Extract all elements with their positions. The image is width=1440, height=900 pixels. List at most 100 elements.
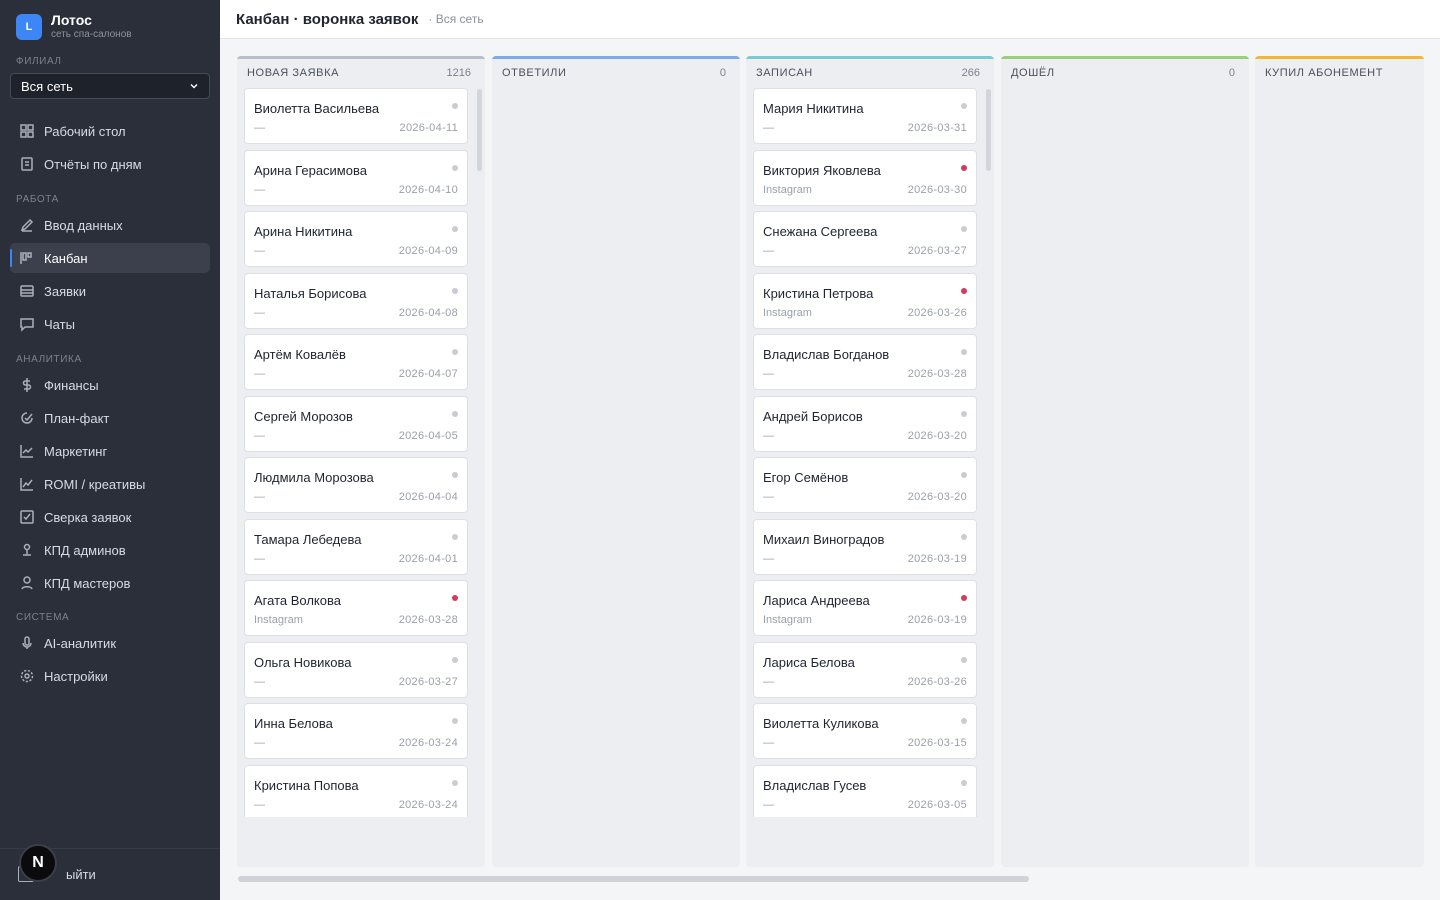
lead-source: Instagram [763, 183, 812, 196]
branch-select[interactable]: Вся сеть [10, 73, 210, 99]
brand[interactable]: L Лотос сеть спа-салонов [16, 12, 132, 41]
gear-icon [18, 667, 36, 685]
status-dot-icon [452, 349, 458, 355]
sidebar-item-label: План-факт [44, 410, 110, 426]
kanban-column: НОВАЯ ЗАЯВКА 1216 Виолетта Васильева — 2026-… [237, 56, 485, 867]
brand-logo: L [16, 13, 42, 40]
sidebar-item-analytics-5[interactable]: Сверка заявок [10, 502, 210, 532]
lead-date: 2026-04-10 [398, 183, 458, 196]
lead-card[interactable]: Лариса Андреева Instagram 2026-03-19 [753, 580, 977, 636]
lead-name: Сергей Морозов [254, 408, 353, 424]
column-card-list[interactable] [1008, 88, 1232, 817]
lead-source: — [763, 675, 774, 688]
lead-card[interactable]: Инна Белова — 2026-03-24 [244, 703, 468, 759]
column-count: 0 [1228, 67, 1235, 79]
lead-date: 2026-03-26 [907, 306, 967, 319]
column-header: НОВАЯ ЗАЯВКА 1216 [247, 67, 471, 79]
column-card-list[interactable] [1262, 88, 1424, 817]
sidebar-item-top-2[interactable]: Отчёты по дням [10, 149, 210, 179]
lead-card[interactable]: Михаил Виноградов — 2026-03-19 [753, 518, 977, 575]
lead-date: 2026-03-19 [907, 552, 967, 565]
board-horizontal-scrollbar[interactable] [238, 876, 1029, 882]
lead-date: 2026-03-24 [398, 737, 458, 749]
column-color-bar [746, 56, 994, 59]
column-card-list[interactable] [499, 88, 723, 817]
sidebar-item-work-4[interactable]: Чаты [10, 309, 210, 339]
column-card-list[interactable]: Виолетта Васильева — 2026-04-11 Арина Герас… [244, 88, 468, 817]
lead-card[interactable]: Кристина Петрова Instagram 2026-03-26 [753, 272, 977, 329]
lead-card[interactable]: Наталья Борисова — 2026-04-08 [244, 272, 468, 329]
sidebar-item-analytics-2[interactable]: План-факт [10, 403, 210, 433]
lead-card[interactable]: Виолетта Куликова — 2026-03-15 [753, 703, 977, 759]
lead-card[interactable]: Владислав Гусев — 2026-03-05 [753, 764, 977, 817]
column-scrollbar[interactable] [986, 89, 991, 171]
sidebar-item-work-1[interactable]: Ввод данных [10, 210, 210, 240]
status-dot-icon [961, 779, 967, 786]
status-dot-icon [452, 779, 458, 786]
column-title: ОТВЕТИЛИ [502, 67, 567, 79]
sidebar-item-analytics-3[interactable]: Маркетинг [10, 436, 210, 466]
status-dot-icon [452, 718, 458, 724]
lead-card[interactable]: Тамара Лебедева — 2026-04-01 [244, 518, 468, 575]
lead-card[interactable]: Ольга Новикова — 2026-03-27 [244, 641, 468, 698]
next-dev-badge[interactable]: N [19, 844, 57, 882]
lead-card[interactable]: Андрей Борисов — 2026-03-20 [753, 395, 977, 452]
sidebar-item-analytics-6[interactable]: КПД админов [10, 535, 210, 565]
target-icon [18, 409, 36, 427]
lead-card[interactable]: Арина Герасимова — 2026-04-10 [244, 149, 468, 206]
lead-card[interactable]: Егор Семёнов — 2026-03-20 [753, 457, 977, 513]
lead-date: 2026-04-09 [398, 245, 458, 257]
page-header: Канбан · воронка заявок · Вся сеть [220, 0, 1440, 39]
sidebar-item-analytics-1[interactable]: Финансы [10, 370, 210, 400]
brand-name: Лотос [51, 12, 92, 28]
sidebar-item-system-2[interactable]: Настройки [10, 661, 210, 691]
lead-card[interactable]: Артём Ковалёв — 2026-04-07 [244, 334, 468, 390]
status-dot-icon [452, 533, 458, 540]
sidebar-item-analytics-7[interactable]: КПД мастеров [10, 568, 210, 598]
sidebar-item-label: КПД мастеров [44, 575, 131, 591]
lead-card[interactable]: Мария Никитина — 2026-03-31 [753, 88, 977, 144]
lead-date: 2026-03-27 [398, 675, 458, 688]
lead-name: Виктория Яковлева [763, 162, 881, 178]
column-color-bar [237, 56, 485, 59]
sidebar-item-system-1[interactable]: AI-аналитик [10, 628, 210, 658]
lead-source: — [254, 798, 265, 811]
lead-card[interactable]: Сергей Морозов — 2026-04-05 [244, 395, 468, 452]
lead-card[interactable]: Виктория Яковлева Instagram 2026-03-30 [753, 149, 977, 206]
lead-name: Ольга Новикова [254, 654, 352, 670]
lead-card[interactable]: Снежана Сергеева — 2026-03-27 [753, 211, 977, 267]
dashboard-icon [18, 122, 36, 140]
lead-name: Тамара Лебедева [254, 531, 362, 547]
sidebar-item-label: Рабочий стол [44, 123, 126, 139]
sidebar-item-analytics-4[interactable]: ROMI / креативы [10, 469, 210, 499]
lead-name: Андрей Борисов [763, 408, 863, 424]
sidebar-item-label: Канбан [44, 250, 88, 266]
sidebar-item-label: ROMI / креативы [44, 476, 146, 492]
lead-card[interactable]: Агата Волкова Instagram 2026-03-28 [244, 580, 468, 636]
status-dot-icon [452, 226, 458, 232]
section-label-system: СИСТЕМА [16, 612, 70, 623]
column-scrollbar[interactable] [477, 89, 482, 171]
status-dot-icon [452, 103, 458, 109]
lead-card[interactable]: Виолетта Васильева — 2026-04-11 [244, 88, 468, 144]
report-icon [18, 155, 36, 173]
sidebar-item-work-3[interactable]: Заявки [10, 276, 210, 306]
sidebar-item-top-1[interactable]: Рабочий стол [10, 116, 210, 146]
lead-name: Арина Никитина [254, 224, 353, 239]
kanban-column: ОТВЕТИЛИ 0 [492, 56, 740, 867]
inbox-icon [18, 282, 36, 300]
lead-card[interactable]: Людмила Морозова — 2026-04-04 [244, 457, 468, 513]
lead-source: — [254, 368, 265, 380]
lead-name: Егор Семёнов [763, 470, 849, 485]
lead-card[interactable]: Лариса Белова — 2026-03-26 [753, 641, 977, 698]
lead-source: — [763, 491, 774, 503]
lead-card[interactable]: Кристина Попова — 2026-03-24 [244, 764, 468, 817]
dollar-icon [18, 376, 36, 394]
lead-card[interactable]: Владислав Богданов — 2026-03-28 [753, 334, 977, 390]
status-dot-icon [452, 164, 458, 171]
lead-card[interactable]: Арина Никитина — 2026-04-09 [244, 211, 468, 267]
lead-date: 2026-03-15 [907, 737, 967, 749]
sidebar-item-label: Маркетинг [44, 443, 108, 459]
column-card-list[interactable]: Мария Никитина — 2026-03-31 Виктория Яковле… [753, 88, 977, 817]
sidebar-item-work-2[interactable]: Канбан [10, 243, 210, 273]
